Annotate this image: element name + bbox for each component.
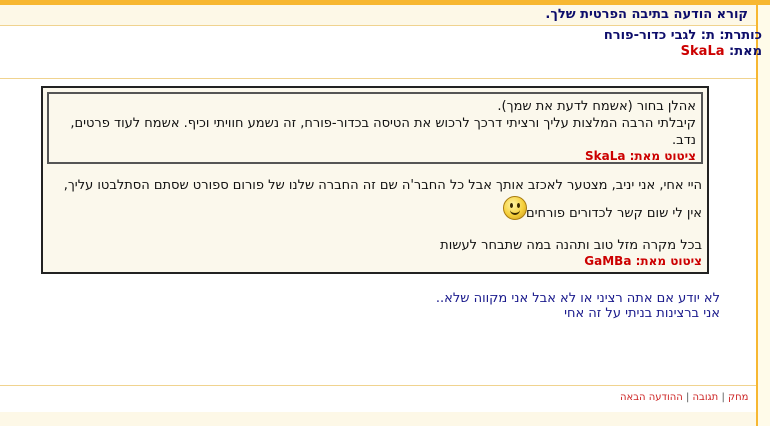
outer-quote-line: בכל מקרה מזל טוב ותהנה במה שתבחר לעשות [440,238,702,253]
subject-value: ת: לגבי כדור-פורח [603,28,715,43]
from-value: SkaLa [680,44,725,59]
subject-row: כותרת: ת: לגבי כדור-פורח [604,28,762,44]
outer-quote: אהלן בחור (אשמח לדעת את שמך). קיבלתי הרב… [41,86,709,274]
right-strip [758,5,770,426]
private-message-view: קורא הודעה בתיבה הפרטית שלך. כותרת: ת: ל… [0,0,770,426]
footer-strip [0,412,756,426]
meta-divider [0,78,756,79]
page-title: קורא הודעה בתיבה הפרטית שלך. [545,7,748,22]
action-separator: | [685,392,690,403]
subject-label: כותרת: [719,28,762,43]
message-meta: כותרת: ת: לגבי כדור-פורח מאת: SkaLa [604,28,762,60]
next-message-link[interactable]: ההודעה הבאה [620,392,683,403]
delete-link[interactable]: מחק [728,392,748,403]
reply-line: לא יודע אם אתה רציני או לא אבל אני מקווה… [435,291,720,306]
inner-quote: אהלן בחור (אשמח לדעת את שמך). קיבלתי הרב… [47,92,703,164]
inner-quote-cite: ציטוט מאת: SkaLa [584,149,696,163]
outer-quote-cite: ציטוט מאת: GaMBa [584,254,702,268]
inner-quote-line: קיבלתי הרבה המלצות עליך ורציתי דרכך לרכו… [70,116,696,131]
from-row: מאת: SkaLa [604,44,762,60]
header-bar: קורא הודעה בתיבה הפרטית שלך. [0,5,756,26]
bottom-divider [0,385,756,386]
inner-quote-line: נדב. [672,133,696,148]
outer-quote-line: אין לי שום קשר לכדורים פורחים [525,206,702,221]
inner-quote-line: אהלן בחור (אשמח לדעת את שמך). [497,99,696,114]
outer-quote-line: היי אחי, אני יניב, מצטער לאכזב אותך אבל … [63,178,702,193]
message-actions: מחק | תגובה | ההודעה הבאה [620,392,748,403]
action-separator: | [721,392,725,403]
smiley-face-icon [503,196,527,220]
right-border [756,5,758,426]
from-label: מאת: [729,44,762,59]
reply-line: אני ברצינות בניתי על זה אחי [564,306,720,321]
reply-link[interactable]: תגובה [693,392,719,403]
